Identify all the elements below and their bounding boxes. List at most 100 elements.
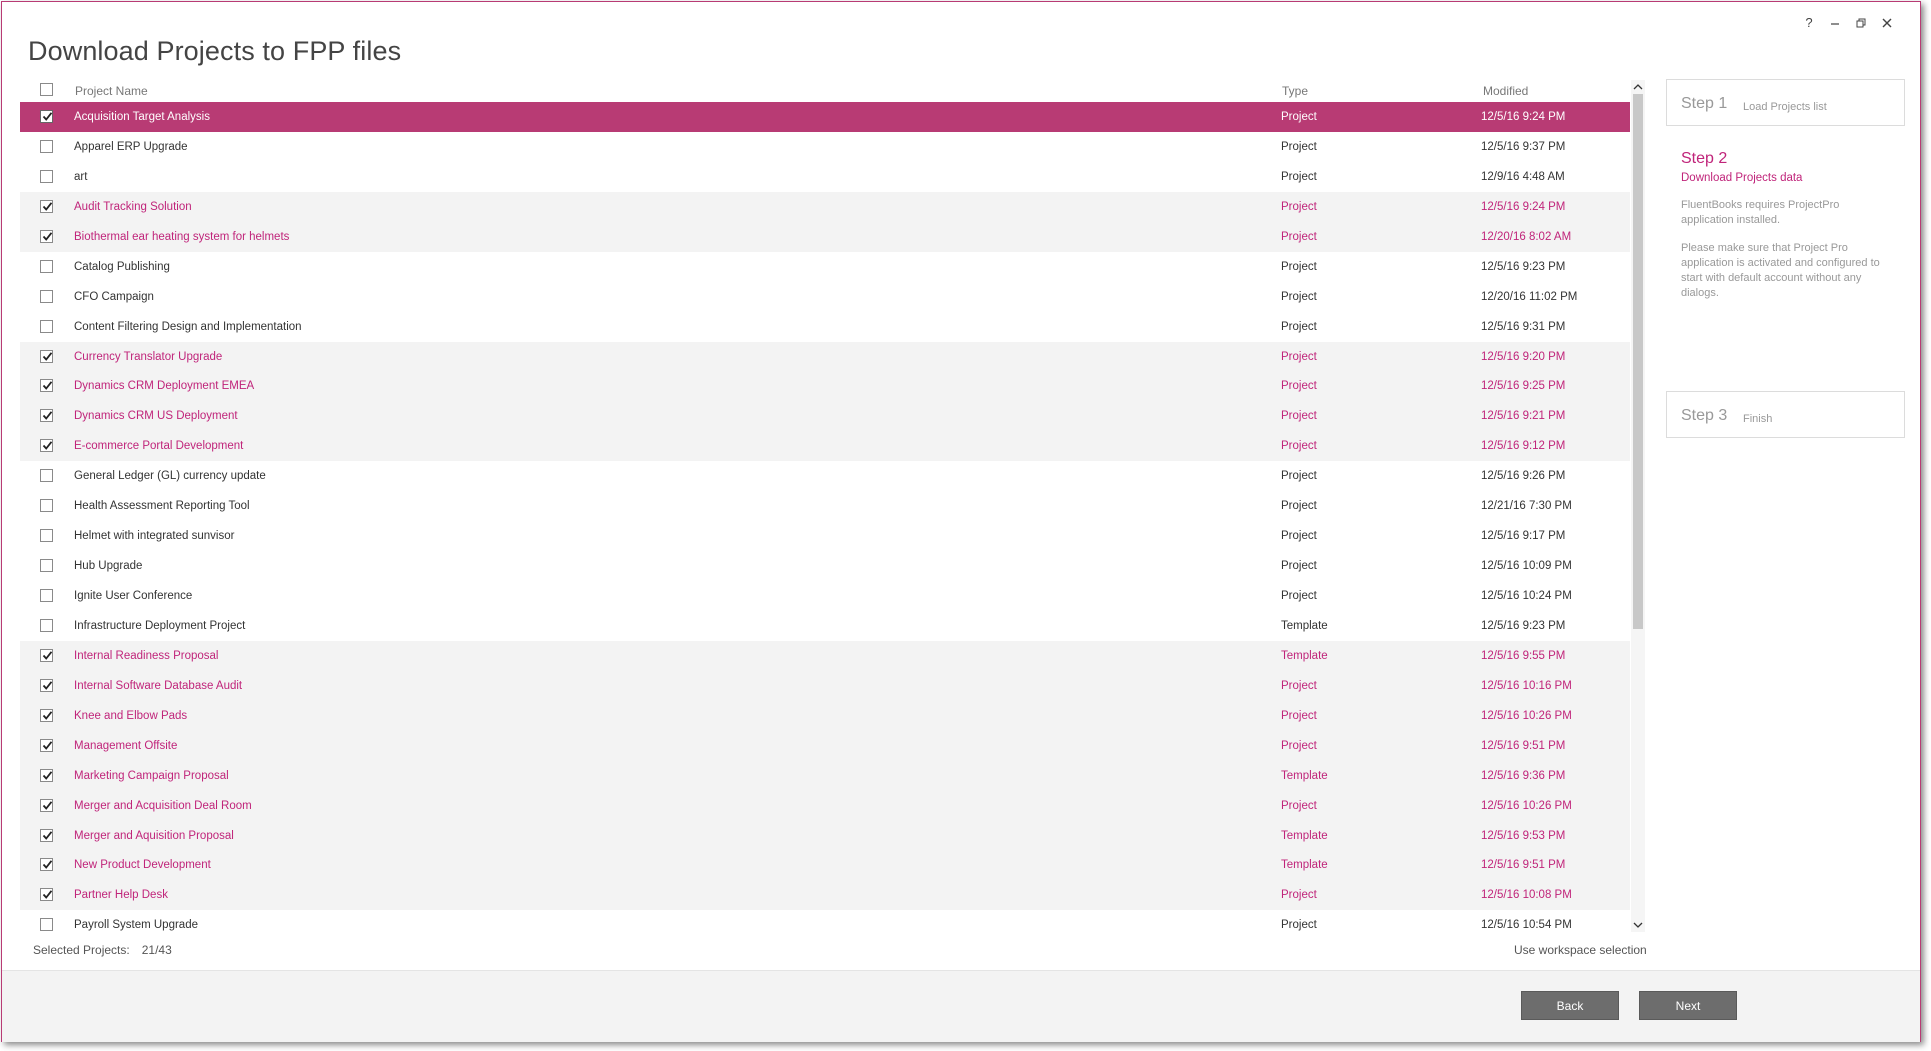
table-row[interactable]: Internal Readiness Proposal Template 12/5/…	[20, 640, 1630, 671]
project-name-cell: Helmet with integrated sunvisor	[74, 530, 235, 543]
project-modified-cell: 12/5/16 9:17 PM	[1481, 530, 1566, 543]
step-1-panel: Step 1 Load Projects list	[1666, 79, 1905, 126]
project-name-cell: Infrastructure Deployment Project	[74, 619, 246, 632]
select-all-checkbox[interactable]	[40, 83, 53, 96]
row-checkbox[interactable]	[40, 199, 53, 213]
project-type-cell: Project	[1281, 410, 1317, 423]
table-row[interactable]: art Project 12/9/16 4:48 AM	[20, 162, 1630, 192]
vertical-scrollbar[interactable]	[1631, 80, 1645, 932]
row-checkbox[interactable]	[40, 559, 53, 573]
project-name-cell: Payroll System Upgrade	[74, 919, 198, 932]
content-area: ? Download Projects to FPP files Project…	[2, 2, 1920, 970]
table-row[interactable]: Catalog Publishing Project 12/5/16 9:23 PM	[20, 252, 1630, 282]
row-checkbox[interactable]	[40, 738, 53, 752]
column-header-project-name[interactable]: Project Name	[75, 84, 148, 98]
project-type-cell: Template	[1281, 649, 1328, 662]
table-row[interactable]: General Ledger (GL) currency update Proje…	[20, 461, 1630, 491]
row-checkbox[interactable]	[40, 469, 53, 483]
restore-icon[interactable]	[1848, 13, 1874, 33]
table-row[interactable]: Merger and Acquisition Deal Room Project 1…	[20, 790, 1630, 821]
table-row[interactable]: Knee and Elbow Pads Project 12/5/16 10:26 …	[20, 700, 1630, 731]
project-name-cell: Acquisition Target Analysis	[74, 111, 210, 123]
table-row[interactable]: Infrastructure Deployment Project Templat…	[20, 611, 1630, 641]
table-row[interactable]: Management Offsite Project 12/5/16 9:51 PM	[20, 730, 1630, 761]
row-checkbox[interactable]	[40, 409, 53, 423]
project-type-cell: Project	[1281, 111, 1317, 123]
row-checkbox[interactable]	[40, 798, 53, 812]
project-modified-cell: 12/5/16 9:23 PM	[1481, 619, 1566, 632]
scroll-down-icon[interactable]	[1631, 918, 1645, 932]
row-checkbox[interactable]	[40, 319, 53, 333]
row-checkbox[interactable]	[40, 229, 53, 243]
table-row[interactable]: Dynamics CRM Deployment EMEA Project 12/5/…	[20, 371, 1630, 402]
project-type-cell: Project	[1281, 170, 1317, 183]
row-checkbox[interactable]	[40, 858, 53, 872]
step-2-panel: Step 2 Download Projects data FluentBook…	[1681, 150, 1891, 301]
table-row[interactable]: Biothermal ear heating system for helmet…	[20, 221, 1630, 252]
step-3-subtitle: Finish	[1743, 413, 1773, 425]
project-modified-cell: 12/5/16 9:26 PM	[1481, 470, 1566, 483]
table-row[interactable]: Content Filtering Design and Implementat…	[20, 312, 1630, 342]
table-row[interactable]: Health Assessment Reporting Tool Project 1…	[20, 491, 1630, 521]
table-row[interactable]: Hub Upgrade Project 12/5/16 10:09 PM	[20, 551, 1630, 581]
row-checkbox[interactable]	[40, 259, 53, 273]
table-row[interactable]: Merger and Aquisition Proposal Template 12…	[20, 820, 1630, 851]
project-modified-cell: 12/5/16 9:20 PM	[1481, 350, 1566, 363]
table-row[interactable]: Apparel ERP Upgrade Project 12/5/16 9:37 P…	[20, 132, 1630, 162]
row-checkbox[interactable]	[40, 349, 53, 363]
project-name-cell: Knee and Elbow Pads	[74, 709, 188, 722]
scrollbar-thumb[interactable]	[1633, 94, 1643, 629]
minimize-icon[interactable]	[1822, 13, 1848, 33]
project-modified-cell: 12/5/16 10:24 PM	[1481, 590, 1572, 602]
row-checkbox[interactable]	[40, 110, 53, 123]
row-checkbox[interactable]	[40, 289, 53, 303]
column-header-modified[interactable]: Modified	[1483, 84, 1528, 98]
project-name-cell: Management Offsite	[74, 739, 178, 752]
project-type-cell: Project	[1281, 739, 1317, 752]
next-button[interactable]: Next	[1639, 991, 1737, 1020]
row-checkbox[interactable]	[40, 708, 53, 722]
column-header-type[interactable]: Type	[1282, 84, 1308, 98]
row-checkbox[interactable]	[40, 828, 53, 842]
scroll-up-icon[interactable]	[1631, 80, 1645, 94]
project-type-cell: Project	[1281, 530, 1317, 543]
row-checkbox[interactable]	[40, 768, 53, 782]
row-checkbox[interactable]	[40, 648, 53, 662]
row-checkbox[interactable]	[40, 379, 53, 393]
table-row[interactable]: Marketing Campaign Proposal Template 12/5/…	[20, 760, 1630, 791]
row-checkbox[interactable]	[40, 499, 53, 513]
table-row[interactable]: Helmet with integrated sunvisor Project 12…	[20, 521, 1630, 551]
project-type-cell: Project	[1281, 709, 1317, 722]
table-row[interactable]: Internal Software Database Audit Project 1…	[20, 670, 1630, 701]
table-row[interactable]: Acquisition Target Analysis Project 12/5/1…	[20, 102, 1630, 132]
project-type-cell: Project	[1281, 590, 1317, 602]
row-checkbox[interactable]	[40, 439, 53, 453]
row-checkbox[interactable]	[40, 678, 53, 692]
table-row[interactable]: New Product Development Template 12/5/16 9…	[20, 850, 1630, 881]
table-row[interactable]: Dynamics CRM US Deployment Project 12/5/16…	[20, 401, 1630, 432]
project-modified-cell: 12/5/16 9:24 PM	[1481, 200, 1566, 213]
table-row[interactable]: Partner Help Desk Project 12/5/16 10:08 PM	[20, 880, 1630, 911]
project-type-cell: Project	[1281, 560, 1317, 573]
back-button[interactable]: Back	[1521, 991, 1619, 1020]
row-checkbox[interactable]	[40, 169, 53, 183]
table-row[interactable]: Payroll System Upgrade Project 12/5/16 10:…	[20, 910, 1630, 932]
table-row[interactable]: E-commerce Portal Development Project 12/5…	[20, 431, 1630, 462]
project-type-cell: Project	[1281, 500, 1317, 513]
row-checkbox[interactable]	[40, 139, 53, 153]
help-icon[interactable]: ?	[1796, 13, 1822, 33]
table-row[interactable]: CFO Campaign Project 12/20/16 11:02 PM	[20, 282, 1630, 312]
row-checkbox[interactable]	[40, 918, 53, 932]
project-name-cell: Content Filtering Design and Implementat…	[74, 320, 302, 333]
table-row[interactable]: Currency Translator Upgrade Project 12/5/1…	[20, 341, 1630, 372]
table-row[interactable]: Audit Tracking Solution Project 12/5/16 9:…	[20, 191, 1630, 222]
use-workspace-selection-link[interactable]: Use workspace selection	[1514, 943, 1647, 957]
close-icon[interactable]	[1874, 13, 1900, 33]
selected-projects-label: Selected Projects:	[33, 943, 130, 957]
row-checkbox[interactable]	[40, 888, 53, 902]
row-checkbox[interactable]	[40, 529, 53, 543]
row-checkbox[interactable]	[40, 589, 53, 602]
project-type-cell: Project	[1281, 470, 1317, 483]
row-checkbox[interactable]	[40, 618, 53, 632]
table-row[interactable]: Ignite User Conference Project 12/5/16 10:…	[20, 581, 1630, 611]
